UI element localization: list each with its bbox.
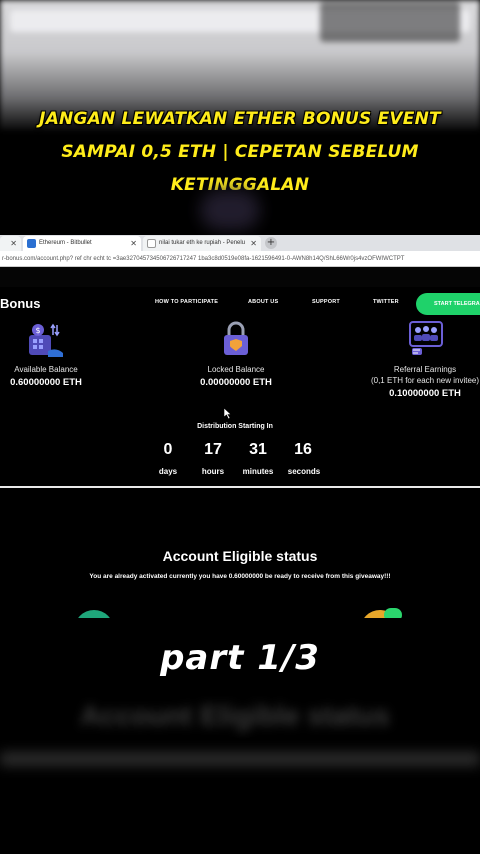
nav-twitter[interactable]: TWITTER	[373, 299, 399, 305]
locked-balance-value: 0.00000000 ETH	[200, 377, 272, 388]
available-balance-value: 0.60000000 ETH	[10, 377, 82, 388]
countdown-days-value: 0	[163, 441, 173, 458]
referral-team-icon	[409, 321, 443, 355]
tab-label: nilai tukar eth ke rupiah - Penelu	[159, 240, 246, 246]
referral-earnings-card: Referral Earnings (0,1 ETH for each new …	[360, 365, 480, 399]
tab-label: Ethereum - Bitbullet	[39, 240, 92, 246]
close-tab-icon[interactable]: ✕	[10, 236, 17, 251]
nav-how-to-participate[interactable]: HOW TO PARTICIPATE	[155, 299, 218, 305]
referral-earnings-value: 0.10000000 ETH	[389, 388, 461, 399]
countdown-seconds-value: 16	[294, 441, 312, 458]
browser-tab-partial[interactable]: ✕	[0, 236, 21, 251]
wallet-coins-icon: $	[29, 323, 63, 357]
countdown-hours-label: hours	[201, 467, 225, 476]
nav-support[interactable]: SUPPORT	[312, 299, 340, 305]
countdown-minutes-value: 31	[249, 441, 267, 458]
site-brand[interactable]: Bonus	[0, 296, 40, 311]
section-divider	[0, 486, 480, 488]
mouse-cursor-icon	[224, 408, 232, 419]
locked-balance-card: Locked Balance 0.00000000 ETH	[180, 365, 292, 388]
distribution-heading: Distribution Starting In	[197, 423, 273, 430]
part-indicator: part 1/3	[160, 638, 320, 678]
overlay-title-line-2: SAMPAI 0,5 ETH | CEPETAN SEBELUM	[61, 142, 419, 162]
available-balance-label: Available Balance	[14, 365, 78, 374]
google-favicon-icon	[147, 239, 156, 248]
padlock-icon	[224, 321, 248, 355]
overlay-title-line-1: JANGAN LEWATKAN ETHER BONUS EVENT	[39, 109, 441, 129]
address-bar[interactable]: r-bonus.com/account.php? ref chr echt tc…	[0, 251, 480, 267]
close-tab-icon[interactable]: ✕	[130, 236, 137, 251]
svg-text:$: $	[35, 326, 40, 335]
countdown-minutes-label: minutes	[242, 467, 274, 476]
browser-tab-strip: ✕ Ethereum - Bitbullet ✕ nilai tukar eth…	[0, 235, 480, 251]
browser-tab-google[interactable]: nilai tukar eth ke rupiah - Penelu ✕	[143, 236, 261, 251]
blurred-shape	[200, 190, 260, 230]
new-tab-button[interactable]: +	[265, 237, 277, 249]
blurred-text-reflection	[0, 752, 480, 766]
site-favicon-icon	[27, 239, 36, 248]
available-balance-card: Available Balance 0.60000000 ETH	[0, 365, 92, 388]
blurred-title-reflection: Account Eligible status	[80, 700, 390, 731]
bonus-site: Bonus HOW TO PARTICIPATE ABOUT US SUPPOR…	[0, 287, 480, 487]
eligible-status-title: Account Eligible status	[162, 548, 318, 564]
start-telegram-button[interactable]: START TELEGRAM	[416, 293, 480, 315]
nav-about-us[interactable]: ABOUT US	[248, 299, 278, 305]
locked-balance-label: Locked Balance	[207, 365, 265, 374]
close-tab-icon[interactable]: ✕	[250, 236, 257, 251]
eligible-status-text: You are already activated currently you …	[89, 573, 391, 580]
page-spacer	[0, 267, 480, 287]
countdown-hours-value: 17	[204, 441, 222, 458]
blurred-panel	[320, 2, 460, 42]
referral-earnings-subtitle: (0,1 ETH for each new invitee)	[370, 376, 480, 385]
browser-tab-ethereum[interactable]: Ethereum - Bitbullet ✕	[23, 236, 141, 251]
referral-earnings-label: Referral Earnings	[393, 365, 457, 374]
countdown-days-label: days	[158, 467, 178, 476]
countdown-seconds-label: seconds	[287, 467, 321, 476]
